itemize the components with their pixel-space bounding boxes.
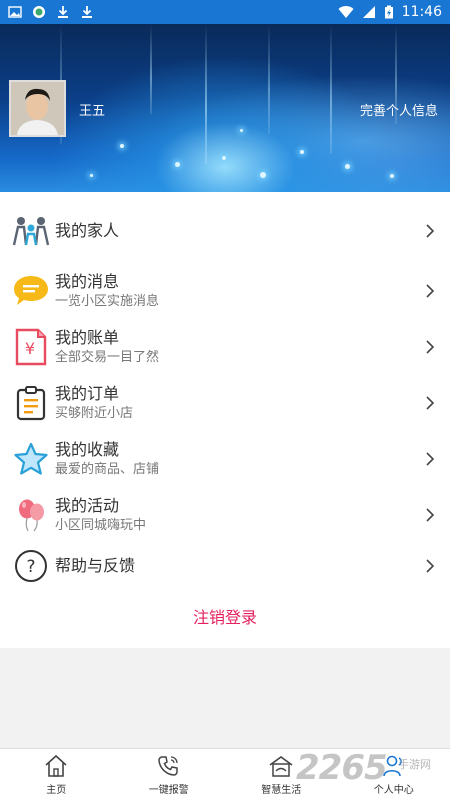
menu-item-help[interactable]: ? 帮助与反馈 — [0, 538, 450, 594]
menu-title: 我的订单 — [55, 383, 120, 403]
download-icon — [82, 6, 92, 18]
chevron-right-icon — [426, 284, 435, 298]
star-icon — [12, 440, 50, 478]
image-notification-icon — [8, 6, 22, 18]
chevron-right-icon — [426, 396, 435, 410]
menu-subtitle: 一览小区实施消息 — [55, 293, 160, 309]
chevron-right-icon — [426, 452, 435, 466]
bottom-navigation: 主页 一键报警 智慧生活 个人中心 — [0, 748, 450, 800]
battery-charging-icon — [384, 5, 393, 19]
menu-list: 我的家人 我的消息 一览小区实施消息 ¥ 我的账单 全部交易一目了然 我的订单 … — [0, 192, 450, 648]
menu-subtitle: 全部交易一目了然 — [55, 349, 160, 365]
chevron-right-icon — [426, 224, 435, 238]
menu-item-messages[interactable]: 我的消息 一览小区实施消息 — [0, 263, 450, 319]
profile-banner: 王五 完善个人信息 — [0, 24, 450, 192]
chevron-right-icon — [426, 559, 435, 573]
person-icon — [382, 755, 402, 776]
phone-icon — [157, 755, 178, 776]
smart-home-icon — [269, 755, 293, 777]
menu-title: 帮助与反馈 — [55, 556, 136, 575]
menu-subtitle: 小区同城嗨玩中 — [55, 517, 147, 533]
logout-button[interactable]: 注销登录 — [0, 604, 450, 628]
status-time: 11:46 — [401, 4, 442, 20]
app-notification-icon — [33, 6, 45, 18]
nav-label: 智慧生活 — [261, 784, 302, 796]
nav-profile[interactable]: 个人中心 — [338, 749, 450, 800]
bill-icon: ¥ — [12, 328, 50, 366]
menu-item-favorites[interactable]: 我的收藏 最爱的商品、店铺 — [0, 431, 450, 487]
wifi-icon — [338, 6, 354, 19]
complete-profile-link[interactable]: 完善个人信息 — [360, 100, 438, 119]
download-icon — [58, 6, 68, 18]
nav-label: 个人中心 — [373, 784, 414, 796]
nav-label: 主页 — [46, 784, 67, 796]
chevron-right-icon — [426, 508, 435, 522]
menu-title: 我的收藏 — [55, 439, 120, 459]
nav-smart-life[interactable]: 智慧生活 — [225, 749, 338, 800]
chevron-right-icon — [426, 340, 435, 354]
help-icon: ? — [12, 547, 50, 585]
menu-subtitle: 最爱的商品、店铺 — [55, 461, 160, 477]
svg-text:¥: ¥ — [25, 339, 35, 358]
home-icon — [45, 754, 67, 777]
menu-subtitle: 买够附近小店 — [55, 405, 134, 421]
balloon-icon — [12, 496, 50, 534]
signal-icon — [362, 6, 375, 18]
nav-home[interactable]: 主页 — [0, 749, 113, 800]
svg-text:?: ? — [26, 557, 35, 577]
message-icon — [12, 272, 50, 310]
menu-item-family[interactable]: 我的家人 — [0, 203, 450, 259]
nav-emergency[interactable]: 一键报警 — [113, 749, 226, 800]
menu-item-orders[interactable]: 我的订单 买够附近小店 — [0, 375, 450, 431]
menu-item-bills[interactable]: ¥ 我的账单 全部交易一目了然 — [0, 319, 450, 375]
menu-title: 我的家人 — [55, 221, 120, 240]
status-bar: 11:46 — [0, 0, 450, 24]
menu-title: 我的账单 — [55, 327, 120, 347]
username: 王五 — [79, 104, 106, 119]
menu-title: 我的消息 — [55, 271, 120, 291]
menu-title: 我的活动 — [55, 495, 120, 515]
menu-item-activities[interactable]: 我的活动 小区同城嗨玩中 — [0, 487, 450, 543]
order-icon — [12, 384, 50, 422]
avatar[interactable] — [9, 80, 66, 137]
nav-label: 一键报警 — [148, 784, 189, 796]
family-icon — [12, 212, 50, 250]
user-photo — [11, 82, 64, 135]
